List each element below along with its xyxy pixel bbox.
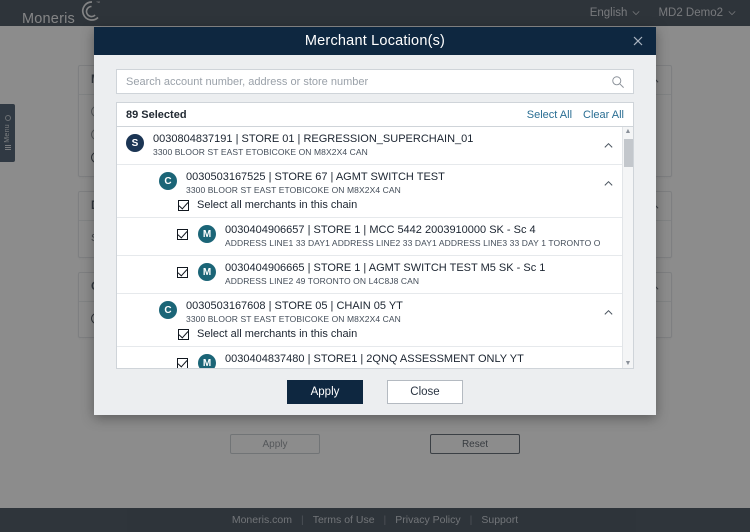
dialog-header: Merchant Location(s) (94, 27, 656, 55)
chevron-up-icon[interactable] (603, 178, 614, 189)
row-text: 0030404837480 | STORE1 | 2QNQ ASSESSMENT… (225, 353, 614, 368)
selection-summary-bar: 89 Selected Select All Clear All (116, 102, 634, 126)
row-title: 0030503167608 | STORE 05 | CHAIN 05 YT (186, 300, 403, 312)
merchant-badge-icon: M (198, 354, 216, 368)
chain-badge-icon: C (159, 301, 177, 319)
close-icon[interactable] (630, 33, 646, 49)
search-icon[interactable] (611, 75, 625, 89)
selected-count: 89 Selected (126, 108, 187, 121)
list-item-merchant[interactable]: M 0030404906657 | STORE 1 | MCC 5442 200… (117, 218, 622, 256)
dialog-title: Merchant Location(s) (304, 33, 446, 49)
row-title: 0030404837480 | STORE1 | 2QNQ ASSESSMENT… (225, 353, 524, 365)
chain-select-all-label: Select all merchants in this chain (197, 328, 358, 340)
row-text: 0030404906665 | STORE 1 | AGMT SWITCH TE… (225, 262, 614, 287)
list-item-merchant[interactable]: M 0030404906665 | STORE 1 | AGMT SWITCH … (117, 256, 622, 294)
scroll-down-icon[interactable]: ▼ (625, 359, 632, 368)
row-address: ADDRESS LINE2 52 TORONTO ON L4C8J8 CAN (225, 366, 614, 368)
search-input[interactable] (117, 70, 633, 93)
row-title: 0030503167525 | STORE 67 | AGMT SWITCH T… (186, 171, 445, 183)
chain-select-all-label: Select all merchants in this chain (197, 199, 358, 211)
apply-button[interactable]: Apply (287, 380, 363, 404)
row-title: 0030804837191 | STORE 01 | REGRESSION_SU… (153, 133, 474, 145)
list-item-superchain[interactable]: S 0030804837191 | STORE 01 | REGRESSION_… (117, 127, 622, 165)
merchant-list: S 0030804837191 | STORE 01 | REGRESSION_… (116, 126, 634, 369)
selection-actions: Select All Clear All (527, 109, 624, 121)
search-field-wrapper (116, 69, 634, 94)
chevron-up-icon[interactable] (603, 140, 614, 151)
chain-select-all-row[interactable]: Select all merchants in this chain (159, 199, 614, 211)
dialog-footer: Apply Close (94, 369, 656, 415)
row-address: 3300 BLOOR ST EAST ETOBICOKE ON M8X2X4 C… (186, 314, 401, 324)
list-item-chain[interactable]: C 0030503167525 | STORE 67 | AGMT SWITCH… (117, 165, 622, 218)
merchant-badge-icon: M (198, 225, 216, 243)
merchant-checkbox[interactable] (177, 267, 188, 278)
row-address: 3300 BLOOR ST EAST ETOBICOKE ON M8X2X4 C… (186, 185, 401, 195)
row-text: 0030503167608 | STORE 05 | CHAIN 05 YT 3… (186, 300, 597, 325)
merchant-badge-icon: M (198, 263, 216, 281)
close-button[interactable]: Close (387, 380, 463, 404)
list-scrollbar[interactable]: ▲ ▼ (622, 127, 633, 368)
row-title: 0030404906657 | STORE 1 | MCC 5442 20039… (225, 224, 536, 236)
merchant-locations-dialog: Merchant Location(s) 89 Selected Select … (94, 27, 656, 415)
scroll-up-icon[interactable]: ▲ (625, 127, 632, 136)
row-address: ADDRESS LINE2 49 TORONTO ON L4C8J8 CAN (225, 276, 420, 286)
scrollbar-thumb[interactable] (624, 139, 633, 167)
chevron-up-icon[interactable] (603, 307, 614, 318)
clear-all-link[interactable]: Clear All (583, 109, 624, 121)
list-item-merchant[interactable]: M 0030404837480 | STORE1 | 2QNQ ASSESSME… (117, 347, 622, 368)
chain-select-all-checkbox[interactable] (178, 199, 189, 211)
row-address: 3300 BLOOR ST EAST ETOBICOKE ON M8X2X4 C… (153, 147, 368, 157)
row-address: ADDRESS LINE1 33 DAY1 ADDRESS LINE2 33 D… (225, 238, 601, 248)
merchant-checkbox[interactable] (177, 229, 188, 240)
row-text: 0030404906657 | STORE 1 | MCC 5442 20039… (225, 224, 614, 249)
merchant-list-scroll-area: S 0030804837191 | STORE 01 | REGRESSION_… (117, 127, 622, 368)
superchain-badge-icon: S (126, 134, 144, 152)
row-title: 0030404906665 | STORE 1 | AGMT SWITCH TE… (225, 262, 546, 274)
dialog-body: 89 Selected Select All Clear All S 00308… (94, 55, 656, 369)
row-text: 0030804837191 | STORE 01 | REGRESSION_SU… (153, 133, 597, 158)
row-text: 0030503167525 | STORE 67 | AGMT SWITCH T… (186, 171, 597, 196)
chain-select-all-row[interactable]: Select all merchants in this chain (159, 328, 614, 340)
chain-select-all-checkbox[interactable] (178, 328, 189, 340)
select-all-link[interactable]: Select All (527, 109, 572, 121)
merchant-checkbox[interactable] (177, 358, 188, 368)
chain-badge-icon: C (159, 172, 177, 190)
list-item-chain[interactable]: C 0030503167608 | STORE 05 | CHAIN 05 YT… (117, 294, 622, 347)
